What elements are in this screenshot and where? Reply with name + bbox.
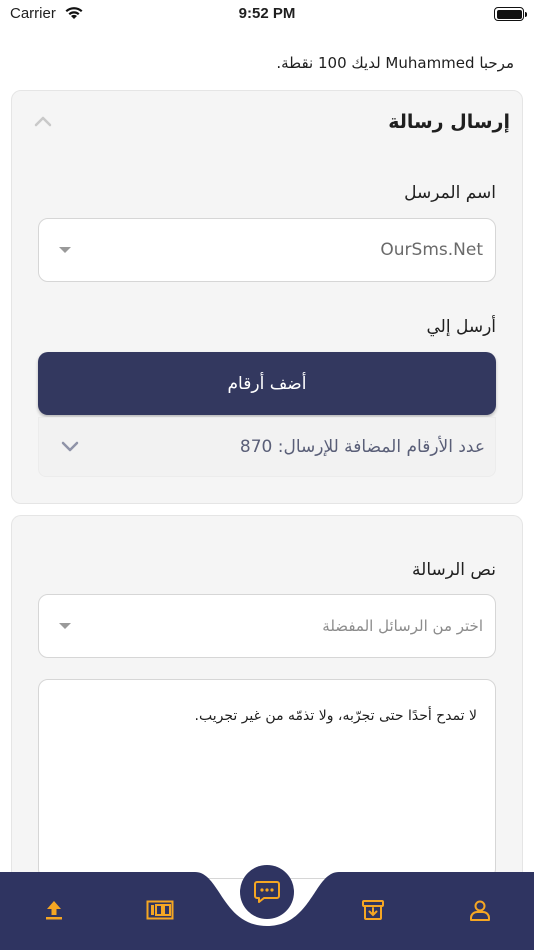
battery-fill	[496, 9, 522, 19]
tab-message[interactable]	[240, 865, 294, 919]
message-text-label: نص الرسالة	[412, 560, 496, 580]
caret-down-icon	[59, 247, 71, 253]
card-title: إرسال رسالة	[388, 111, 510, 133]
added-numbers-count: عدد الأرقام المضافة للإرسال: 870	[239, 437, 485, 457]
battery-icon	[494, 7, 527, 21]
clock: 9:52 PM	[238, 5, 296, 22]
favorite-messages-select[interactable]: اختر من الرسائل المفضلة	[38, 594, 496, 658]
tab-bar	[0, 865, 534, 950]
sender-name-value: OurSms.Net	[380, 240, 483, 260]
greeting-text: مرحبا Muhammed لديك 100 نقطة.	[276, 54, 514, 72]
chevron-up-icon[interactable]	[32, 113, 54, 129]
favorite-messages-placeholder: اختر من الرسائل المفضلة	[322, 617, 483, 635]
numbers-icon	[146, 900, 174, 920]
message-body-text: لا تمدح أحدًا حتى تجرّبه، ولا تذمّه من غ…	[194, 708, 478, 724]
sender-name-label: اسم المرسل	[404, 183, 496, 203]
tab-upload[interactable]	[34, 890, 74, 930]
message-icon	[254, 881, 280, 903]
caret-down-icon	[59, 623, 71, 629]
tab-profile[interactable]	[460, 890, 500, 930]
add-numbers-button[interactable]: أضف أرقام	[38, 352, 496, 415]
chevron-down-icon	[61, 441, 79, 452]
added-numbers-row[interactable]: عدد الأرقام المضافة للإرسال: 870	[38, 417, 496, 477]
tab-numbers[interactable]	[140, 890, 180, 930]
upload-icon	[46, 901, 62, 920]
status-bar: Carrier 9:52 PM	[0, 0, 534, 30]
sender-name-select[interactable]: OurSms.Net	[38, 218, 496, 282]
archive-icon	[362, 900, 384, 920]
send-to-label: أرسل إلي	[426, 317, 496, 337]
profile-icon	[470, 900, 490, 921]
send-message-card: إرسال رسالة اسم المرسل OurSms.Net أرسل إ…	[11, 90, 523, 504]
tab-archive[interactable]	[353, 890, 393, 930]
message-card: نص الرسالة اختر من الرسائل المفضلة لا تم…	[11, 515, 523, 879]
message-textarea[interactable]: لا تمدح أحدًا حتى تجرّبه، ولا تذمّه من غ…	[38, 679, 496, 879]
